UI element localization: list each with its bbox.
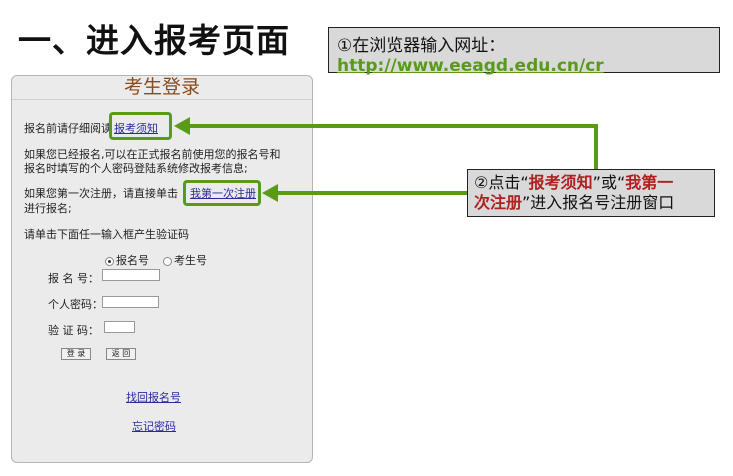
click-callout-link1: 报考须知 bbox=[528, 173, 593, 192]
arrow-to-exam-notice bbox=[186, 124, 598, 170]
click-callout: ②点击“报考须知”或“我第一 次注册”进入报名号注册窗口 bbox=[467, 169, 715, 217]
arrowhead-icon bbox=[174, 117, 190, 135]
arrowhead-icon bbox=[262, 184, 278, 202]
click-callout-link2b: 次注册 bbox=[474, 193, 523, 212]
click-callout-mid: ”或“ bbox=[592, 173, 626, 192]
click-callout-suffix: ”进入报名号注册窗口 bbox=[522, 193, 675, 212]
click-callout-link2a: 我第一 bbox=[625, 173, 674, 192]
click-callout-prefix: ②点击“ bbox=[474, 173, 529, 192]
annotation-arrows bbox=[174, 117, 598, 202]
